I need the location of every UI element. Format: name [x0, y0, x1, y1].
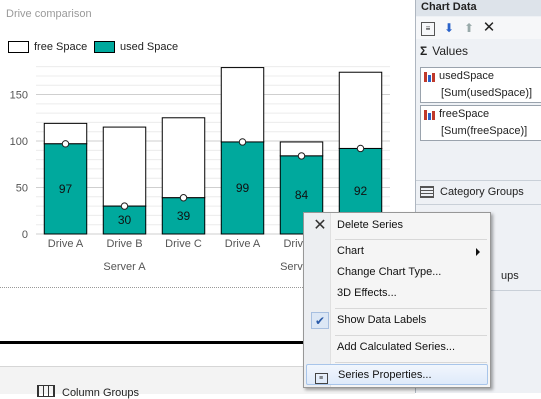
- x-tick-label: Drive B: [106, 238, 142, 250]
- delete-x-icon: ✕: [313, 217, 327, 234]
- value-expression[interactable]: [Sum(freeSpace)]: [421, 124, 541, 140]
- values-label: Values: [432, 44, 469, 58]
- x-tick-label: Drive A: [225, 238, 261, 250]
- menu-item-show-data-labels[interactable]: ✔ Show Data Labels: [306, 310, 488, 331]
- panel-divider: [416, 204, 541, 205]
- column-groups-label: Column Groups: [62, 387, 140, 399]
- y-tick-label: 50: [16, 183, 28, 195]
- menu-label: Change Chart Type...: [337, 266, 442, 278]
- menu-label: Chart: [337, 245, 364, 257]
- series-groups-label[interactable]: ups: [501, 270, 519, 282]
- panel-divider: [416, 180, 541, 181]
- x-group-label: Server A: [103, 261, 146, 273]
- data-point-marker: [356, 144, 365, 153]
- y-tick-label: 150: [10, 90, 28, 102]
- chart-data-title: Chart Data: [416, 0, 541, 16]
- move-down-icon[interactable]: ⬇: [441, 20, 457, 36]
- properties-icon: ≡: [312, 367, 330, 384]
- bar-chart-icon: [424, 72, 435, 82]
- y-tick-label: 0: [22, 229, 28, 241]
- data-label: 39: [177, 209, 191, 223]
- data-label: 97: [59, 182, 73, 196]
- value-expression[interactable]: [Sum(usedSpace)]: [421, 86, 541, 102]
- value-name: freeSpace: [439, 108, 490, 120]
- data-point-marker: [120, 202, 129, 210]
- menu-separator: [335, 308, 487, 309]
- data-label: 92: [354, 184, 368, 198]
- move-up-icon[interactable]: ⬆: [461, 20, 477, 36]
- menu-separator: [335, 335, 487, 336]
- menu-label: Add Calculated Series...: [337, 341, 456, 353]
- sigma-icon: Σ: [420, 44, 428, 58]
- data-label: 30: [118, 213, 132, 227]
- value-field-usedspace[interactable]: usedSpace [Sum(usedSpace)]: [420, 67, 541, 103]
- bar-free-space: [161, 117, 206, 199]
- data-label: 99: [236, 181, 250, 195]
- menu-item-add-calculated-series[interactable]: Add Calculated Series...: [306, 337, 488, 358]
- checkmark-icon: ✔: [311, 312, 329, 329]
- category-groups-label: Category Groups: [440, 186, 524, 198]
- data-point-marker: [297, 152, 306, 160]
- menu-label: Delete Series: [337, 219, 404, 231]
- menu-item-delete-series[interactable]: ✕ Delete Series: [306, 215, 488, 236]
- category-groups-icon: [420, 186, 434, 199]
- menu-label: Series Properties...: [338, 369, 432, 381]
- menu-label: Show Data Labels: [337, 314, 427, 326]
- value-name: usedSpace: [439, 70, 495, 82]
- y-tick-label: 100: [10, 136, 28, 148]
- bar-free-space: [220, 67, 265, 143]
- chart-data-toolbar: ≡ ⬇ ⬆ ✕: [416, 17, 541, 39]
- menu-label: 3D Effects...: [337, 287, 397, 299]
- menu-item-chart[interactable]: Chart: [306, 241, 488, 262]
- submenu-arrow-icon: [476, 248, 480, 256]
- menu-separator: [335, 239, 487, 240]
- bar-free-space: [338, 71, 383, 149]
- menu-item-change-chart-type[interactable]: Change Chart Type...: [306, 262, 488, 283]
- menu-separator: [335, 362, 487, 363]
- bar-free-space: [102, 126, 147, 207]
- x-tick-label: Drive A: [48, 238, 84, 250]
- values-header: Σ Values: [420, 44, 468, 58]
- data-point-marker: [179, 194, 188, 202]
- data-label: 84: [295, 188, 309, 202]
- data-point-marker: [61, 140, 70, 148]
- x-tick-label: Drive C: [165, 238, 202, 250]
- delete-x-icon[interactable]: ✕: [481, 20, 497, 36]
- series-context-menu: ✕ Delete Series Chart Change Chart Type.…: [303, 212, 491, 388]
- column-groups-icon: [37, 385, 55, 397]
- category-groups-header[interactable]: Category Groups: [420, 186, 524, 199]
- data-point-marker: [238, 138, 247, 146]
- menu-item-series-properties[interactable]: ≡ Series Properties...: [306, 364, 488, 385]
- properties-icon[interactable]: ≡: [421, 22, 435, 36]
- menu-item-3d-effects[interactable]: 3D Effects...: [306, 283, 488, 304]
- value-field-freespace[interactable]: freeSpace [Sum(freeSpace)]: [420, 105, 541, 141]
- bar-chart-icon: [424, 110, 435, 120]
